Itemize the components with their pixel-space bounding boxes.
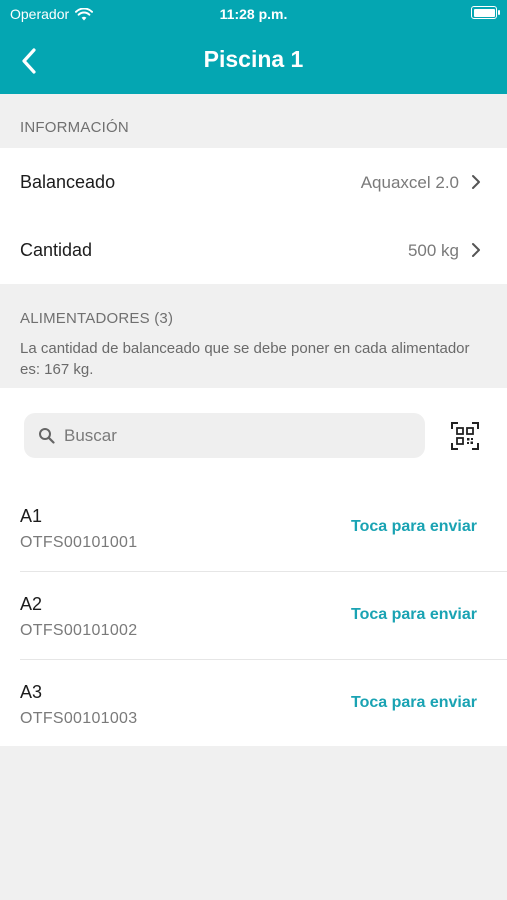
row-label: Cantidad bbox=[20, 240, 93, 260]
search-input[interactable] bbox=[64, 413, 414, 458]
send-action-link[interactable]: Toca para enviar bbox=[351, 606, 477, 624]
top-bar: Operador 11:28 p.m. Piscina 1 bbox=[0, 0, 507, 94]
feeder-code: OTFS00101003 bbox=[20, 710, 138, 727]
chevron-right-icon bbox=[472, 243, 480, 257]
send-action-link[interactable]: Toca para enviar bbox=[351, 518, 477, 536]
nav-bar: Piscina 1 bbox=[0, 28, 507, 94]
status-bar: Operador 11:28 p.m. bbox=[0, 0, 507, 28]
feeders-section-header: ALIMENTADORES (3) bbox=[20, 310, 174, 327]
row-value: Aquaxcel 2.0 bbox=[360, 173, 459, 192]
feeder-name: A2 bbox=[20, 594, 43, 614]
row-value: 500 kg bbox=[407, 241, 459, 260]
feeder-item-a3[interactable]: A3 OTFS00101003 Toca para enviar bbox=[0, 660, 507, 748]
send-action-link[interactable]: Toca para enviar bbox=[351, 694, 477, 712]
feeder-code: OTFS00101002 bbox=[20, 622, 138, 639]
battery-level bbox=[473, 8, 495, 17]
feeder-code: OTFS00101001 bbox=[20, 534, 138, 551]
page-title: Piscina 1 bbox=[203, 46, 304, 72]
feeders-description: La cantidad de balanceado que se debe po… bbox=[20, 340, 470, 378]
feeder-item-a1[interactable]: A1 OTFS00101001 Toca para enviar bbox=[0, 484, 507, 572]
info-group: Balanceado Aquaxcel 2.0 Cantidad 500 kg bbox=[0, 148, 507, 284]
status-time: 11:28 p.m. bbox=[219, 6, 288, 22]
feeder-item-a2[interactable]: A2 OTFS00101002 Toca para enviar bbox=[0, 572, 507, 660]
chevron-right-icon bbox=[472, 175, 480, 189]
info-section-header: INFORMACIÓN bbox=[20, 119, 129, 136]
row-balanceado[interactable]: Balanceado Aquaxcel 2.0 bbox=[0, 148, 507, 216]
search-bar[interactable] bbox=[24, 413, 425, 458]
feeder-name: A3 bbox=[20, 682, 43, 702]
row-label: Balanceado bbox=[20, 172, 116, 192]
feeder-name: A1 bbox=[20, 506, 43, 526]
battery-icon bbox=[471, 6, 500, 19]
qr-code-scan-icon[interactable] bbox=[450, 421, 480, 451]
search-icon bbox=[39, 428, 55, 444]
row-cantidad[interactable]: Cantidad 500 kg bbox=[0, 216, 507, 284]
